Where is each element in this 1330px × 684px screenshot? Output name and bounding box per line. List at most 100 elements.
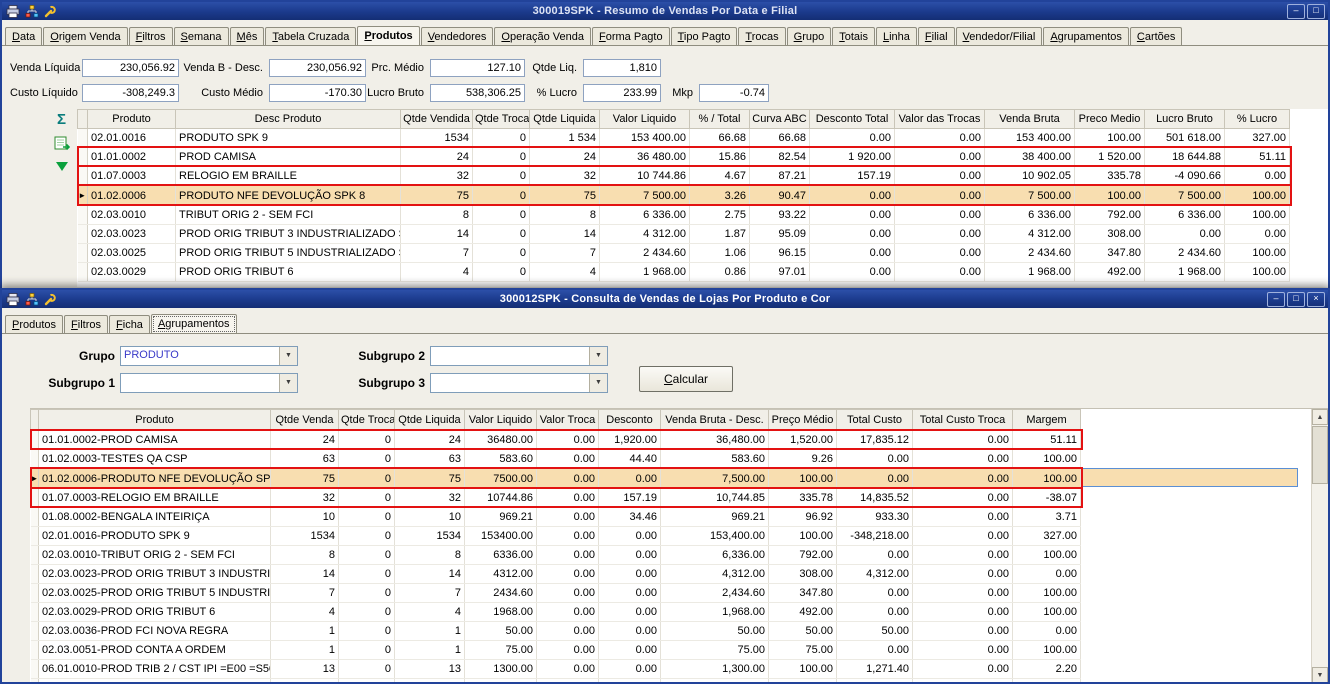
minimize-button[interactable]: – bbox=[1287, 4, 1305, 19]
maximize-button[interactable]: □ bbox=[1307, 4, 1325, 19]
table-row[interactable]: 02.01.0016PRODUTO SPK 9153401 534153 400… bbox=[78, 129, 1290, 148]
table-row[interactable]: 06.01.0010-PROD TRIB 2 / CST IPI =E00 =S… bbox=[31, 660, 1081, 679]
tab-tabela-cruzada[interactable]: Tabela Cruzada bbox=[265, 27, 356, 46]
table-row[interactable]: 01.07.0003-RELOGIO EM BRAILLE3203210744.… bbox=[31, 489, 1081, 508]
table-row[interactable]: 01.08.0002-BENGALA INTEIRIÇA10010969.210… bbox=[31, 508, 1081, 527]
tab-data[interactable]: Data bbox=[5, 27, 42, 46]
tab-filtros[interactable]: Filtros bbox=[129, 27, 173, 46]
titlebar[interactable]: 300019SPK - Resumo de Vendas Por Data e … bbox=[2, 2, 1328, 20]
column-header-produto[interactable]: Produto bbox=[39, 410, 271, 431]
wrench-icon[interactable] bbox=[43, 4, 58, 18]
table-row[interactable]: 01.01.0002PROD CAMISA2402436 480.0015.86… bbox=[78, 148, 1290, 167]
tab-produtos[interactable]: Produtos bbox=[5, 315, 63, 334]
column-header-produto[interactable]: Produto bbox=[88, 110, 176, 129]
tab-filtros[interactable]: Filtros bbox=[64, 315, 108, 334]
tab-filial[interactable]: Filial bbox=[918, 27, 955, 46]
tab-agrupamentos[interactable]: Agrupamentos bbox=[151, 314, 237, 334]
column-header-qtde-liquida[interactable]: Qtde Liquida bbox=[530, 110, 600, 129]
chevron-down-icon[interactable]: ▼ bbox=[589, 374, 607, 392]
tab-produtos[interactable]: Produtos bbox=[357, 26, 419, 46]
column-header-valor-das-trocas[interactable]: Valor das Trocas bbox=[895, 110, 985, 129]
column-header-venda-bruta-desc[interactable]: Venda Bruta - Desc. bbox=[661, 410, 769, 431]
tab-semana[interactable]: Semana bbox=[174, 27, 229, 46]
hierarchy-icon[interactable] bbox=[24, 4, 39, 18]
tab-vendedor-filial[interactable]: Vendedor/Filial bbox=[956, 27, 1043, 46]
scroll-up-icon[interactable]: ▲ bbox=[1312, 409, 1328, 425]
column-header-curva-abc[interactable]: Curva ABC bbox=[750, 110, 810, 129]
tab-trocas[interactable]: Trocas bbox=[738, 27, 785, 46]
column-header-qtde-troca[interactable]: Qtde Troca bbox=[339, 410, 395, 431]
tab-grupo[interactable]: Grupo bbox=[787, 27, 832, 46]
table-row[interactable]: 02.03.0025PROD ORIG TRIBUT 5 INDUSTRIALI… bbox=[78, 244, 1290, 263]
column-header-desconto-total[interactable]: Desconto Total bbox=[810, 110, 895, 129]
table-row[interactable]: 02.03.0036-PROD FCI NOVA REGRA10150.000.… bbox=[31, 622, 1081, 641]
print-icon[interactable] bbox=[5, 4, 20, 18]
vertical-scrollbar[interactable]: ▲ ▼ bbox=[1311, 409, 1328, 683]
table-row[interactable]: 02.03.0023PROD ORIG TRIBUT 3 INDUSTRIALI… bbox=[78, 225, 1290, 244]
print-icon[interactable] bbox=[5, 292, 20, 306]
tab-agrupamentos[interactable]: Agrupamentos bbox=[1043, 27, 1129, 46]
arrow-down-icon[interactable] bbox=[56, 162, 68, 171]
subgroup1-combobox[interactable]: ▼ bbox=[120, 373, 298, 393]
tab-tipo-pagto[interactable]: Tipo Pagto bbox=[671, 27, 738, 46]
hierarchy-icon[interactable] bbox=[24, 292, 39, 306]
wrench-icon[interactable] bbox=[43, 292, 58, 306]
scroll-thumb[interactable] bbox=[1312, 426, 1328, 484]
column-header-lucro[interactable]: % Lucro bbox=[1225, 110, 1290, 129]
minimize-button[interactable]: – bbox=[1267, 292, 1285, 307]
table-row[interactable]: 02.03.0051-PROD CONTA A ORDEM10175.000.0… bbox=[31, 641, 1081, 660]
column-header-lucro-bruto[interactable]: Lucro Bruto bbox=[1145, 110, 1225, 129]
tab-operacao-venda[interactable]: Operação Venda bbox=[494, 27, 591, 46]
table-row[interactable]: 02.03.0010TRIBUT ORIG 2 - SEM FCI8086 33… bbox=[78, 206, 1290, 225]
tab-cartoes[interactable]: Cartões bbox=[1130, 27, 1183, 46]
table-row[interactable]: ►01.02.0006-PRODUTO NFE DEVOLUÇÃO SPK 87… bbox=[31, 469, 1081, 489]
tab-origem-venda[interactable]: Origem Venda bbox=[43, 27, 127, 46]
column-header-qtde-venda[interactable]: Qtde Venda bbox=[271, 410, 339, 431]
column-header-valor-liquido[interactable]: Valor Liquido bbox=[465, 410, 537, 431]
sum-icon[interactable]: Σ bbox=[57, 113, 66, 127]
table-row[interactable]: 01.02.0003-TESTES QA CSP63063583.600.004… bbox=[31, 450, 1081, 469]
column-header-total-custo-troca[interactable]: Total Custo Troca bbox=[913, 410, 1013, 431]
titlebar[interactable]: 300012SPK - Consulta de Vendas de Lojas … bbox=[2, 290, 1328, 308]
column-header-preco-medio[interactable]: Preco Medio bbox=[1075, 110, 1145, 129]
column-header-venda-bruta[interactable]: Venda Bruta bbox=[985, 110, 1075, 129]
table-row[interactable]: 02.03.0010-TRIBUT ORIG 2 - SEM FCI808633… bbox=[31, 546, 1081, 565]
table-row[interactable]: 06.01.0020-PROD TRIB 3 / CST IPI =E01 =S… bbox=[31, 679, 1081, 684]
calculate-button[interactable]: Calcular bbox=[639, 366, 733, 392]
table-row[interactable]: 02.03.0029-PROD ORIG TRIBUT 64041968.000… bbox=[31, 603, 1081, 622]
column-header-total[interactable]: % / Total bbox=[690, 110, 750, 129]
tab-forma-pagto[interactable]: Forma Pagto bbox=[592, 27, 670, 46]
scroll-down-icon[interactable]: ▼ bbox=[1312, 667, 1328, 683]
column-header-desc-produto[interactable]: Desc Produto bbox=[176, 110, 401, 129]
table-row[interactable]: 01.07.0003RELOGIO EM BRAILLE3203210 744.… bbox=[78, 167, 1290, 186]
column-header-total-custo[interactable]: Total Custo bbox=[837, 410, 913, 431]
column-header-desconto[interactable]: Desconto bbox=[599, 410, 661, 431]
chevron-down-icon[interactable]: ▼ bbox=[279, 347, 297, 365]
chevron-down-icon[interactable]: ▼ bbox=[589, 347, 607, 365]
column-header-qtde-liquida[interactable]: Qtde Liquida bbox=[395, 410, 465, 431]
table-row[interactable]: 02.03.0023-PROD ORIG TRIBUT 3 INDUSTRIAL… bbox=[31, 565, 1081, 584]
maximize-button[interactable]: □ bbox=[1287, 292, 1305, 307]
close-button[interactable]: × bbox=[1307, 292, 1325, 307]
column-header-margem[interactable]: Margem bbox=[1013, 410, 1081, 431]
tab-totais[interactable]: Totais bbox=[832, 27, 875, 46]
column-header-valor-liquido[interactable]: Valor Liquido bbox=[600, 110, 690, 129]
table-row[interactable]: ►01.02.0006PRODUTO NFE DEVOLUÇÃO SPK 875… bbox=[78, 186, 1290, 206]
column-header-preco-medio[interactable]: Preço Médio bbox=[769, 410, 837, 431]
tab-mes[interactable]: Mês bbox=[230, 27, 265, 46]
tab-linha[interactable]: Linha bbox=[876, 27, 917, 46]
column-header-valor-troca[interactable]: Valor Troca bbox=[537, 410, 599, 431]
column-header-qtde-troca[interactable]: Qtde Troca bbox=[473, 110, 530, 129]
table-row[interactable]: 02.03.0025-PROD ORIG TRIBUT 5 INDUSTRIAL… bbox=[31, 584, 1081, 603]
tab-ficha[interactable]: Ficha bbox=[109, 315, 150, 334]
group-combobox[interactable]: PRODUTO ▼ bbox=[120, 346, 298, 366]
export-icon[interactable] bbox=[54, 136, 70, 153]
tab-vendedores[interactable]: Vendedores bbox=[421, 27, 494, 46]
chevron-down-icon[interactable]: ▼ bbox=[279, 374, 297, 392]
subgroup3-combobox[interactable]: ▼ bbox=[430, 373, 608, 393]
table-row[interactable]: 02.03.0029PROD ORIG TRIBUT 64041 968.000… bbox=[78, 263, 1290, 282]
subgroup2-combobox[interactable]: ▼ bbox=[430, 346, 608, 366]
table-row[interactable]: 02.01.0016-PRODUTO SPK 9153401534153400.… bbox=[31, 527, 1081, 546]
column-header-qtde-vendida[interactable]: Qtde Vendida bbox=[401, 110, 473, 129]
table-row[interactable]: 01.01.0002-PROD CAMISA2402436480.000.001… bbox=[31, 431, 1081, 450]
